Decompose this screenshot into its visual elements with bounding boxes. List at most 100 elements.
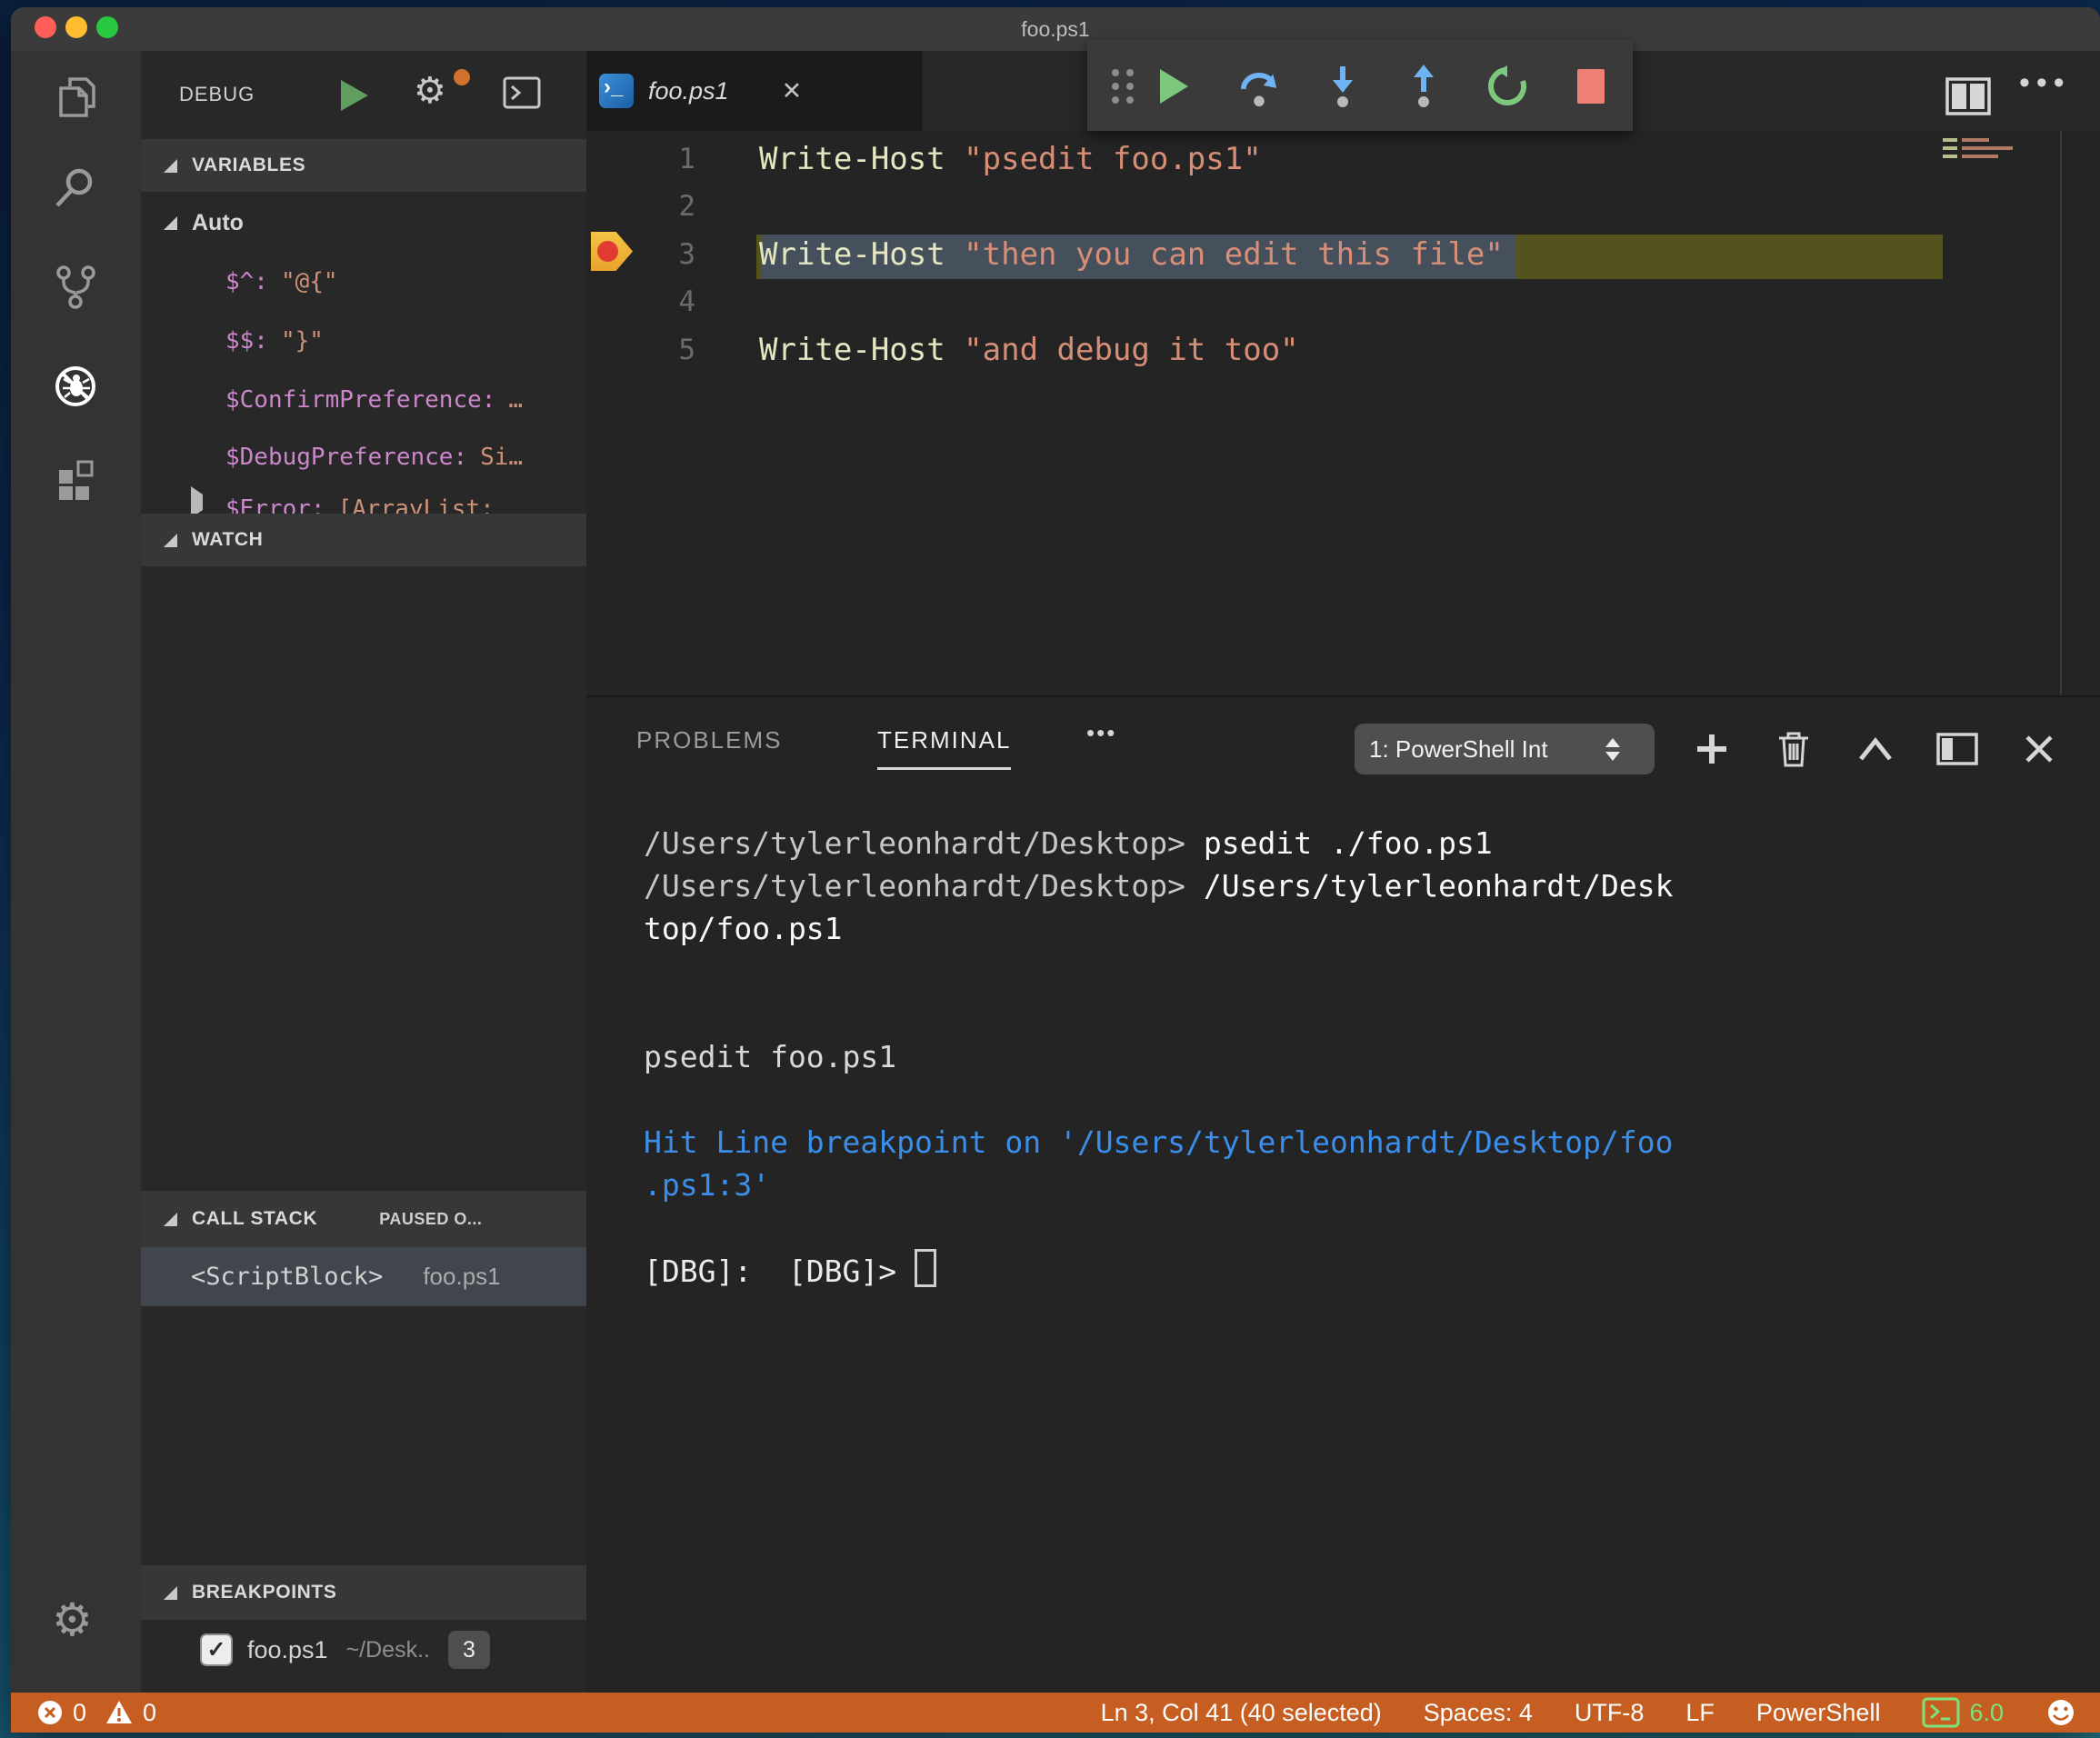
editor-more-actions-icon[interactable]: ••• xyxy=(2019,65,2071,101)
warnings-count[interactable]: 0 xyxy=(143,1699,156,1727)
call-stack-header-label: CALL STACK xyxy=(192,1208,318,1229)
indentation[interactable]: Spaces: 4 xyxy=(1424,1699,1533,1727)
bottom-panel: PROBLEMS TERMINAL ••• 1: PowerShell Int xyxy=(586,695,2100,1694)
tab-close-icon[interactable]: ✕ xyxy=(782,77,803,105)
variables-header-label: VARIABLES xyxy=(192,155,306,175)
warnings-icon[interactable] xyxy=(105,1699,134,1726)
start-debug-icon[interactable] xyxy=(339,78,370,113)
breakpoint-line-badge: 3 xyxy=(447,1631,490,1669)
explorer-icon[interactable] xyxy=(52,74,99,121)
call-stack-frame-row[interactable]: <ScriptBlock> foo.ps1 xyxy=(141,1247,586,1306)
minimap[interactable] xyxy=(1943,134,2013,158)
variable-row[interactable]: $^: "@{" xyxy=(225,252,338,312)
terminal-line: /Users/tylerleonhardt/Desktop> /Users/ty… xyxy=(644,868,1674,904)
errors-count[interactable]: 0 xyxy=(73,1699,86,1727)
language-mode[interactable]: PowerShell xyxy=(1756,1699,1881,1727)
tab-problems[interactable]: PROBLEMS xyxy=(636,726,783,754)
variable-row[interactable]: $$: "}" xyxy=(225,311,324,371)
vscode-window: foo.ps1 ⚙ DEBUG ⚙ VARIABLES Auto $^: "@{… xyxy=(11,7,2100,1733)
debug-configure-gear-icon[interactable]: ⚙ xyxy=(414,71,446,111)
variables-section-header[interactable]: VARIABLES xyxy=(141,139,586,192)
powershell-version[interactable]: 6.0 xyxy=(1922,1697,2004,1728)
source-control-icon[interactable] xyxy=(52,263,99,310)
terminal-prompt-line: [DBG]: [DBG]> xyxy=(644,1249,1673,1292)
window-title: foo.ps1 xyxy=(1021,17,1090,41)
debug-step-over-icon[interactable] xyxy=(1238,65,1280,107)
terminal-line: /Users/tylerleonhardt/Desktop> psedit ./… xyxy=(644,825,1493,861)
breakpoints-section-header[interactable]: BREAKPOINTS xyxy=(141,1565,586,1620)
call-stack-section-header[interactable]: CALL STACK PAUSED O... xyxy=(141,1191,586,1247)
debug-sidebar: DEBUG ⚙ VARIABLES Auto $^: "@{" $$: "}" … xyxy=(141,51,586,1693)
breakpoint-checkbox[interactable]: ✓ xyxy=(200,1633,233,1666)
terminal-breakpoint-message: Hit Line breakpoint on '/Users/tylerleon… xyxy=(644,1124,1674,1160)
chevron-expanded-icon xyxy=(164,533,177,547)
breakpoint-row[interactable]: ✓ foo.ps1 ~/Desk.. 3 xyxy=(141,1620,586,1680)
errors-icon[interactable] xyxy=(36,1699,64,1726)
variable-row[interactable]: $ConfirmPreference: … xyxy=(225,370,523,430)
toolbar-drag-grip[interactable] xyxy=(1102,65,1144,107)
eol-sequence[interactable]: LF xyxy=(1685,1699,1715,1727)
code-lines: 1 Write-Host "psedit foo.ps1" 2 3 Write-… xyxy=(586,135,2100,374)
debug-stop-icon[interactable] xyxy=(1570,65,1612,107)
chevron-collapsed-icon[interactable] xyxy=(191,486,203,518)
terminal-select-value: 1: PowerShell Int xyxy=(1369,734,1548,763)
activity-bar: ⚙ xyxy=(11,51,141,1693)
code-line: 4 xyxy=(678,285,695,319)
debug-step-into-icon[interactable] xyxy=(1322,65,1364,107)
debug-toolbar xyxy=(1087,40,1633,131)
terminal-cursor xyxy=(915,1249,937,1287)
code-editor[interactable]: 1 Write-Host "psedit foo.ps1" 2 3 Write-… xyxy=(586,131,2100,695)
settings-gear-icon[interactable]: ⚙ xyxy=(52,1596,93,1643)
powershell-session-icon xyxy=(1922,1697,1960,1728)
terminal-output[interactable]: /Users/tylerleonhardt/Desktop> psedit ./… xyxy=(644,822,1673,1292)
terminal-select-dropdown[interactable]: 1: PowerShell Int xyxy=(1355,724,1655,774)
watch-header-label: WATCH xyxy=(192,529,264,550)
chevron-expanded-icon xyxy=(164,1212,177,1226)
tab-terminal[interactable]: TERMINAL xyxy=(877,726,1012,770)
breakpoints-header-label: BREAKPOINTS xyxy=(192,1582,337,1603)
chevron-expanded-icon xyxy=(164,215,177,230)
status-bar: 0 0 Ln 3, Col 41 (40 selected) Spaces: 4… xyxy=(11,1693,2100,1733)
titlebar: foo.ps1 xyxy=(11,7,2100,51)
dropdown-stepper-icon xyxy=(1605,737,1620,761)
feedback-smiley-icon[interactable] xyxy=(2045,1697,2076,1728)
debug-step-out-icon[interactable] xyxy=(1403,65,1445,107)
watch-section-header[interactable]: WATCH xyxy=(141,514,586,566)
scope-label: Auto xyxy=(192,209,244,235)
debug-console-icon[interactable] xyxy=(503,76,541,109)
sidebar-title: DEBUG xyxy=(179,83,255,105)
tab-foo-ps1[interactable]: ›_ foo.ps1 ✕ xyxy=(586,51,923,131)
chevron-expanded-icon xyxy=(164,158,177,173)
chevron-expanded-icon xyxy=(164,1585,177,1600)
code-line: 3 Write-Host "then you can edit this fil… xyxy=(678,235,1504,273)
cursor-position[interactable]: Ln 3, Col 41 (40 selected) xyxy=(1101,1699,1382,1727)
terminal-line: top/foo.ps1 xyxy=(644,911,843,946)
debug-state-label: PAUSED O... xyxy=(379,1209,483,1228)
split-editor-icon[interactable] xyxy=(1945,77,1991,115)
variables-scope-auto[interactable]: Auto xyxy=(141,193,609,253)
tab-label: foo.ps1 xyxy=(648,76,729,105)
panel-position-icon[interactable] xyxy=(1935,727,1979,771)
code-line: 5 Write-Host "and debug it too" xyxy=(678,331,1299,368)
configure-notification-dot xyxy=(454,69,470,85)
extensions-icon[interactable] xyxy=(52,455,99,503)
close-panel-icon[interactable] xyxy=(2017,727,2061,771)
code-line: 1 Write-Host "psedit foo.ps1" xyxy=(678,141,1262,177)
debug-icon[interactable] xyxy=(52,363,99,410)
maximize-panel-chevron-icon[interactable] xyxy=(1854,727,1897,771)
terminal-breakpoint-message: .ps1:3' xyxy=(644,1167,771,1203)
sidebar-header: DEBUG ⚙ xyxy=(141,51,586,138)
terminal-line: psedit foo.ps1 xyxy=(644,1039,897,1074)
debug-continue-icon[interactable] xyxy=(1153,65,1195,107)
debug-restart-icon[interactable] xyxy=(1486,65,1528,107)
encoding[interactable]: UTF-8 xyxy=(1575,1699,1645,1727)
kill-terminal-trash-icon[interactable] xyxy=(1772,727,1815,771)
panel-more-tabs-icon[interactable]: ••• xyxy=(1086,719,1116,747)
search-icon[interactable] xyxy=(52,165,99,212)
new-terminal-icon[interactable] xyxy=(1690,727,1734,771)
code-line: 2 xyxy=(678,190,695,224)
